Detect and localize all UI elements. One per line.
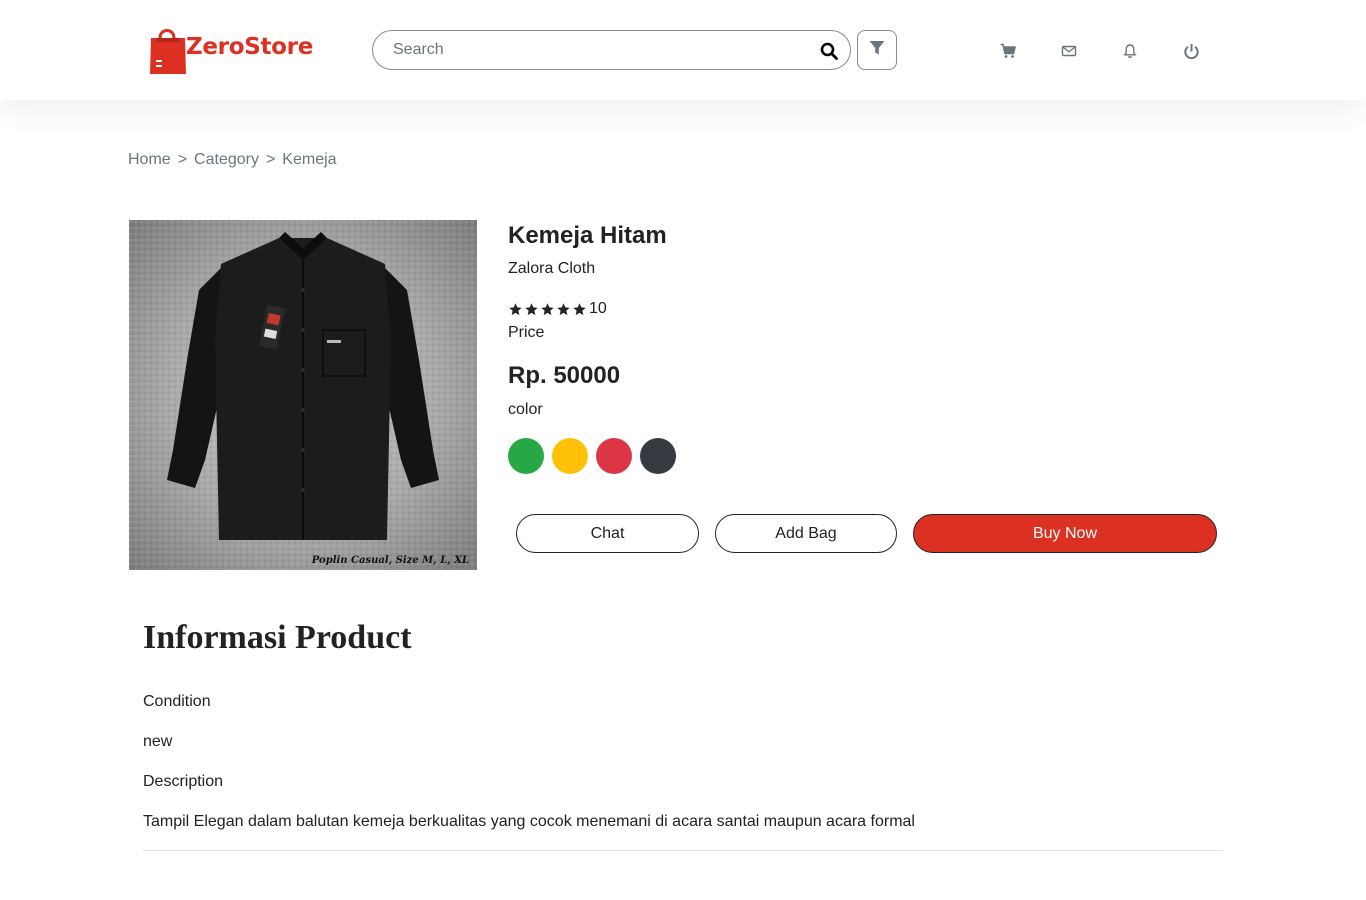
power-icon[interactable]: [1182, 42, 1200, 60]
description-value: Tampil Elegan dalam balutan kemeja berku…: [143, 813, 915, 830]
color-swatch-dark[interactable]: [640, 438, 676, 474]
star-icon: [525, 302, 538, 315]
rating: 10: [508, 300, 607, 318]
breadcrumb-separator: >: [177, 151, 188, 168]
color-swatch-green[interactable]: [508, 438, 544, 474]
add-bag-button[interactable]: Add Bag: [715, 514, 897, 553]
product-brand: Zalora Cloth: [508, 260, 596, 277]
breadcrumb: Home > Category > Kemeja: [128, 151, 337, 169]
star-icon: [573, 302, 586, 315]
brand-name: ZeroStore: [186, 34, 314, 60]
chat-button[interactable]: Chat: [516, 514, 699, 553]
color-label: color: [508, 401, 543, 418]
condition-value: new: [143, 733, 173, 750]
search-box: [372, 30, 851, 70]
description-label: Description: [143, 773, 224, 790]
star-icon: [541, 302, 554, 315]
navbar: ZeroStore: [0, 0, 1366, 100]
star-icon: [557, 302, 570, 315]
breadcrumb-separator: >: [265, 151, 276, 168]
product-image: Poplin Casual, Size M, L, XL: [129, 220, 477, 570]
brand-logo[interactable]: ZeroStore: [148, 24, 313, 76]
image-caption: Poplin Casual, Size M, L, XL: [311, 555, 469, 566]
shopping-bag-logo-icon: [148, 24, 188, 76]
color-swatch-yellow[interactable]: [552, 438, 588, 474]
info-title: Informasi Product: [143, 619, 412, 656]
star-icon: [509, 302, 522, 315]
breadcrumb-home[interactable]: Home: [128, 151, 171, 169]
filter-button[interactable]: [857, 30, 897, 70]
mail-icon[interactable]: [1060, 42, 1078, 60]
breadcrumb-category[interactable]: Category: [194, 151, 259, 169]
cart-icon[interactable]: [999, 42, 1017, 60]
price-label: Price: [508, 324, 545, 341]
product-price: Rp. 50000: [508, 362, 621, 389]
filter-icon: [868, 39, 886, 62]
product-title: Kemeja Hitam: [508, 222, 667, 249]
color-swatch-red[interactable]: [596, 438, 632, 474]
search-input[interactable]: [373, 31, 803, 69]
shirt-illustration: [129, 220, 477, 570]
bell-icon[interactable]: [1121, 42, 1139, 60]
breadcrumb-current: Kemeja: [282, 151, 337, 168]
buy-now-button[interactable]: Buy Now: [913, 514, 1217, 553]
search-icon[interactable]: [820, 42, 838, 60]
rating-stars: [508, 302, 588, 317]
divider: [143, 850, 1223, 851]
condition-label: Condition: [143, 693, 211, 710]
rating-count: 10: [589, 300, 607, 317]
